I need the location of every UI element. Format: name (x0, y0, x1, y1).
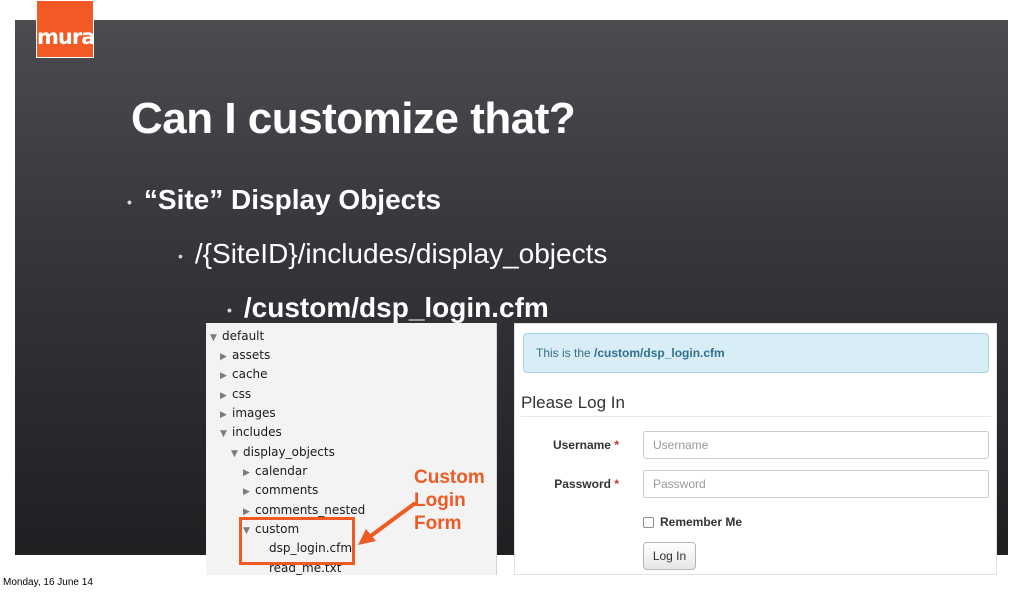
triangle-down-icon[interactable]: ▼ (220, 425, 232, 443)
triangle-right-icon[interactable]: ▶ (243, 464, 255, 482)
tree-item-css[interactable]: ▶ css (220, 385, 251, 403)
remember-me-label[interactable]: Remember Me (660, 515, 742, 529)
remember-me-checkbox[interactable] (643, 517, 654, 528)
password-label: Password * (554, 477, 619, 491)
bullet-level-1: • “Site” Display Objects (127, 184, 441, 216)
triangle-down-icon[interactable]: ▼ (210, 329, 222, 347)
username-input[interactable]: Username (643, 431, 989, 459)
login-form-panel: This is the /custom/dsp_login.cfm Please… (514, 323, 997, 575)
required-mark: * (614, 438, 619, 452)
tree-item-calendar[interactable]: ▶ calendar (243, 462, 307, 480)
triangle-right-icon[interactable]: ▶ (220, 367, 232, 385)
bullet-level-3: • /custom/dsp_login.cfm (227, 292, 549, 324)
divider (521, 416, 991, 417)
tree-item-default[interactable]: ▼ default (210, 327, 264, 345)
custom-folder-highlight (239, 517, 355, 565)
login-heading: Please Log In (521, 393, 625, 412)
bullet-text: “Site” Display Objects (143, 184, 442, 215)
bullet-level-2: • /{SiteID}/includes/display_objects (178, 238, 607, 270)
log-in-button[interactable]: Log In (643, 542, 696, 570)
tree-item-comments[interactable]: ▶ comments (243, 481, 318, 499)
tree-item-display-objects[interactable]: ▼ display_objects (231, 443, 335, 461)
triangle-right-icon[interactable]: ▶ (243, 483, 255, 501)
slide-title: Can I customize that? (131, 94, 576, 143)
triangle-down-icon[interactable]: ▼ (231, 445, 243, 463)
required-mark: * (614, 477, 619, 491)
triangle-right-icon[interactable]: ▶ (220, 348, 232, 366)
bullet-dot-icon: • (178, 247, 183, 264)
logo-text: mura (37, 25, 95, 49)
tree-item-images[interactable]: ▶ images (220, 404, 276, 422)
bullet-text: /{SiteID}/includes/display_objects (194, 238, 608, 269)
bullet-dot-icon: • (227, 301, 232, 318)
info-alert: This is the /custom/dsp_login.cfm (523, 333, 989, 373)
tree-item-includes[interactable]: ▼ includes (220, 423, 282, 441)
triangle-right-icon[interactable]: ▶ (220, 387, 232, 405)
username-label: Username * (552, 438, 619, 452)
slide-date: Monday, 16 June 14 (3, 577, 93, 588)
callout-text: Custom Login Form (414, 467, 485, 534)
tree-item-assets[interactable]: ▶ assets (220, 346, 270, 364)
triangle-right-icon[interactable]: ▶ (220, 406, 232, 424)
bullet-text: /custom/dsp_login.cfm (243, 292, 549, 323)
bullet-dot-icon: • (127, 193, 132, 210)
tree-item-cache[interactable]: ▶ cache (220, 365, 268, 383)
mura-logo: mura (36, 0, 95, 58)
password-input[interactable]: Password (643, 470, 989, 498)
